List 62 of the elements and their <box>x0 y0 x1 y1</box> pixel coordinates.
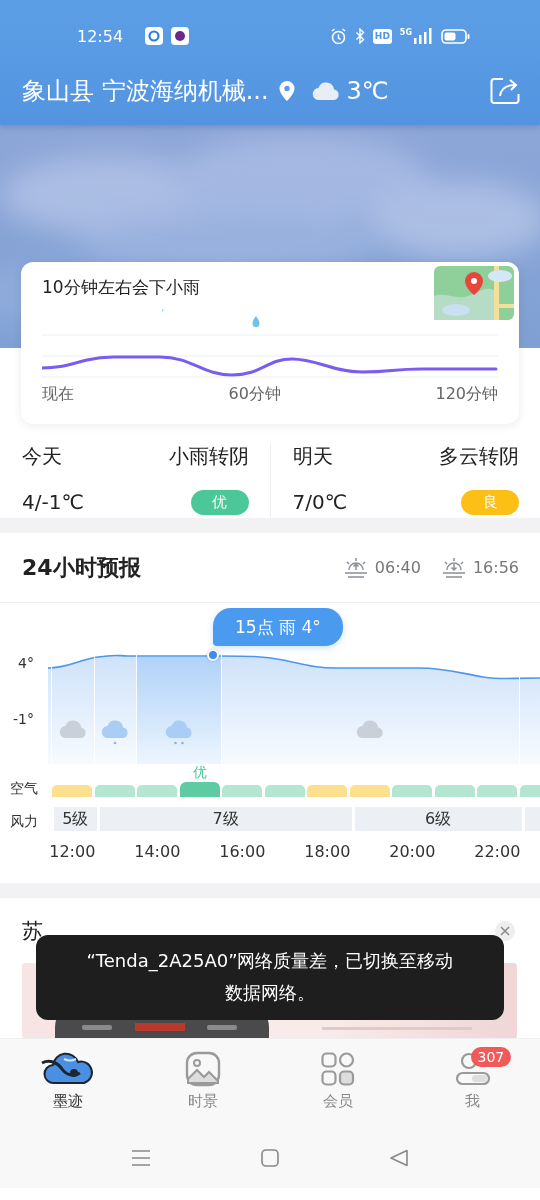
weather-condition: 多云转阴 <box>439 442 519 470</box>
sunrise-time: 06:40 <box>374 558 421 577</box>
status-time: 12:54 <box>77 26 124 46</box>
air-quality-badge: 优 <box>190 489 249 515</box>
sunrise-icon <box>342 555 369 580</box>
nav-tab[interactable]: 时景 <box>135 1039 270 1128</box>
hd-badge: HD <box>372 28 392 44</box>
air-quality-badge: 良 <box>461 489 519 515</box>
grid-icon <box>320 1052 355 1086</box>
time-label: 18:00 <box>304 842 351 861</box>
network-label: 5G <box>399 28 412 37</box>
day-label: 明天 <box>292 442 333 470</box>
cloud-logo-icon <box>39 1051 96 1087</box>
location-title[interactable]: 象山县 宁波海纳机械... <box>22 75 269 107</box>
axis-label: 4° <box>18 655 34 671</box>
battery-icon <box>441 28 470 44</box>
alarm-icon <box>329 27 347 45</box>
axis-label: 120分钟 <box>435 384 498 405</box>
rain-cloud-icon <box>164 718 194 746</box>
time-label: 16:00 <box>219 842 266 861</box>
app-icon <box>145 27 164 45</box>
hour-tooltip: 15点 雨 4° <box>213 608 343 646</box>
location-pin-icon <box>278 81 295 101</box>
selected-point <box>207 649 219 661</box>
time-label: 20:00 <box>389 842 436 861</box>
rain-cloud-icon <box>100 718 131 746</box>
day-label: 今天 <box>22 442 62 470</box>
notification-badge: 307 <box>470 1047 512 1067</box>
back-icon[interactable] <box>389 1149 409 1167</box>
temperature-range: 7/0℃ <box>292 490 348 514</box>
close-icon[interactable] <box>495 920 515 941</box>
home-icon[interactable] <box>261 1149 279 1167</box>
axis-label: 现在 <box>42 384 74 405</box>
sunset-time: 16:56 <box>472 558 519 577</box>
time-label: 12:00 <box>49 842 96 861</box>
current-temperature: 3℃ <box>346 77 389 105</box>
share-icon[interactable] <box>490 77 520 105</box>
axis-label: -1° <box>13 711 34 727</box>
wind-level-bar: 6级 <box>354 807 522 831</box>
time-label: 14:00 <box>134 842 181 861</box>
temperature-range: 4/-1℃ <box>22 490 84 514</box>
axis-label: 60分钟 <box>228 384 281 405</box>
wind-level-bar: 7级 <box>99 807 352 831</box>
image-icon <box>184 1051 221 1087</box>
time-label: 22:00 <box>474 842 521 861</box>
section-title: 24小时预报 <box>22 553 141 582</box>
sunset-icon <box>440 555 467 580</box>
signal-icon <box>413 28 433 44</box>
row-label: 空气 <box>9 780 39 798</box>
app-icon <box>171 27 190 45</box>
menu-icon[interactable] <box>131 1149 151 1167</box>
cloud-icon <box>57 718 88 740</box>
row-label: 风力 <box>9 813 39 831</box>
bluetooth-icon <box>354 28 365 44</box>
cloud-icon <box>355 718 386 740</box>
nav-tab[interactable]: 307 我 <box>405 1039 540 1128</box>
wind-level-bar: 5级 <box>54 807 97 831</box>
nav-tab[interactable]: 会员 <box>270 1039 405 1128</box>
air-quality-label: 优 <box>192 764 207 780</box>
nav-tab[interactable]: 墨迹 <box>0 1039 135 1128</box>
cloud-icon <box>310 80 341 102</box>
weather-condition: 小雨转阴 <box>168 442 249 470</box>
